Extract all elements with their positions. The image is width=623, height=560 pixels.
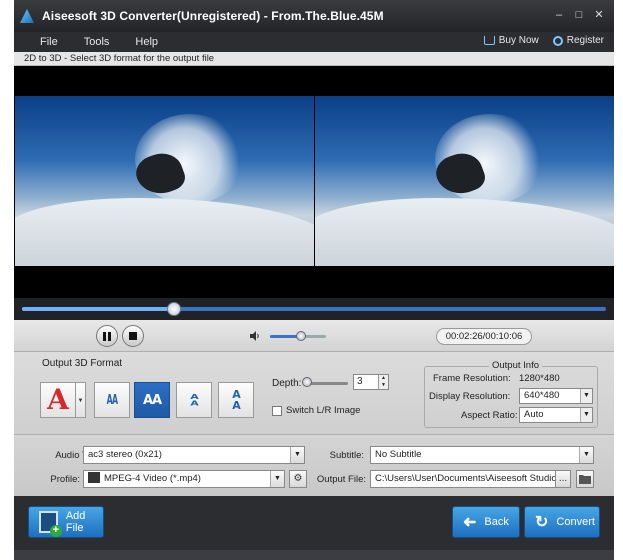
title-bar: Aiseesoft 3D Converter(Unregistered) - F… [14, 0, 614, 32]
back-arrow-icon: ➜ [463, 514, 477, 531]
output-path-value: C:\Users\User\Documents\Aiseesoft Studio… [375, 473, 556, 484]
volume-icon[interactable] [250, 331, 260, 341]
seek-progress [22, 307, 174, 311]
chevron-down-icon: ▼ [580, 408, 592, 422]
cart-icon [483, 36, 495, 45]
back-button[interactable]: ➜ Back [452, 506, 520, 538]
profile-value: MPEG-4 Video (*.mp4) [104, 473, 201, 484]
menu-tools[interactable]: Tools [84, 36, 110, 48]
time-display: 00:02:26/00:10:06 [436, 328, 532, 345]
aspect-ratio-select[interactable]: Auto ▼ [519, 407, 593, 423]
open-folder-button[interactable] [576, 470, 594, 488]
format-top-bottom-half-button[interactable]: A A [176, 382, 212, 418]
mpeg4-icon [88, 472, 100, 483]
left-eye-preview [15, 96, 314, 266]
depth-value: 3 [357, 376, 363, 387]
subtitle-select[interactable]: No Subtitle ▼ [370, 446, 594, 464]
depth-handle[interactable] [302, 377, 312, 387]
switch-lr-label: Switch L/R Image [286, 405, 361, 416]
pause-button[interactable] [96, 325, 118, 347]
chevron-down-icon: ▼ [579, 447, 593, 463]
register-link[interactable]: Register [552, 35, 604, 46]
top-bottom-half-icon: A A [190, 392, 198, 408]
subtitle-value: No Subtitle [375, 449, 422, 460]
footer-bar: Add File ➜ Back ↻ Convert [14, 496, 614, 560]
chevron-down-icon: ▼ [270, 471, 284, 487]
window-title: Aiseesoft 3D Converter(Unregistered) - F… [42, 9, 384, 23]
buy-now-label: Buy Now [498, 35, 539, 46]
key-icon [552, 35, 563, 46]
format-top-bottom-full-button[interactable]: A A [218, 382, 254, 418]
convert-button[interactable]: ↻ Convert [524, 506, 600, 538]
aspect-ratio-label: Aspect Ratio: [461, 410, 518, 421]
output-file-label: Output File: [316, 474, 366, 485]
display-resolution-value: 640*480 [524, 390, 560, 401]
format-side-by-side-half-button[interactable]: AA [94, 382, 130, 418]
format-side-by-side-full-button[interactable]: AA [134, 382, 170, 418]
depth-label: Depth: [272, 378, 302, 389]
convert-label: Convert [556, 516, 595, 528]
side-by-side-full-icon: AA [142, 392, 162, 408]
display-resolution-label: Display Resolution: [429, 391, 511, 402]
depth-spin-arrows[interactable]: ▲ ▼ [378, 375, 388, 389]
side-by-side-half-icon: AA [106, 392, 118, 408]
playback-controls: 00:02:26/00:10:06 [14, 320, 614, 352]
minimize-icon[interactable]: – [552, 8, 566, 22]
output-3d-format-label: Output 3D Format [42, 358, 123, 369]
status-strip [14, 550, 614, 560]
chevron-down-icon: ▼ [580, 389, 592, 403]
chevron-down-icon: ▼ [290, 447, 304, 463]
back-label: Back [484, 516, 509, 528]
app-window: Aiseesoft 3D Converter(Unregistered) - F… [14, 0, 614, 560]
profile-label: Profile: [50, 474, 80, 485]
format-anaglyph-button[interactable]: A [40, 382, 76, 418]
instruction-bar: 2D to 3D - Select 3D format for the outp… [14, 52, 614, 66]
frame-resolution-label: Frame Resolution: [433, 373, 511, 384]
stop-icon [129, 332, 137, 340]
restore-icon[interactable]: □ [572, 8, 586, 22]
output-path-field[interactable]: C:\Users\User\Documents\Aiseesoft Studio… [370, 470, 556, 488]
browse-button[interactable]: ... [555, 470, 571, 488]
depth-spinbox[interactable]: 3 ▲ ▼ [353, 374, 389, 390]
menu-help[interactable]: Help [135, 36, 158, 48]
menu-bar: File Tools Help Buy Now Register [14, 32, 614, 52]
add-file-label: Add File [65, 510, 86, 534]
pause-icon [103, 331, 111, 341]
settings-panel: Audio Track: ac3 stereo (0x21) ▼ Subtitl… [14, 434, 614, 496]
aspect-ratio-value: Auto [524, 409, 544, 420]
display-resolution-select[interactable]: 640*480 ▼ [519, 388, 593, 404]
video-preview [14, 66, 614, 298]
profile-settings-button[interactable]: ⚙ [289, 470, 307, 488]
buy-now-link[interactable]: Buy Now [483, 35, 539, 46]
profile-select[interactable]: MPEG-4 Video (*.mp4) ▼ [83, 470, 285, 488]
subtitle-label: Subtitle: [329, 450, 364, 461]
add-file-button[interactable]: Add File [28, 506, 104, 538]
convert-icon: ↻ [535, 514, 549, 531]
seek-bar[interactable] [22, 307, 606, 311]
format-panel: Output 3D Format A ▼ AA AA A A A A Depth… [14, 352, 614, 434]
output-info-group: Output Info Frame Resolution: 1280*480 D… [424, 360, 598, 428]
close-icon[interactable]: ✕ [592, 8, 606, 22]
register-label: Register [566, 35, 604, 46]
switch-lr-option[interactable]: Switch L/R Image [272, 405, 360, 416]
top-bottom-full-icon: A A [232, 388, 240, 412]
volume-handle[interactable] [295, 331, 306, 341]
seek-bar-area [14, 298, 614, 320]
switch-lr-checkbox[interactable] [272, 405, 282, 416]
frame-resolution-value: 1280*480 [519, 373, 560, 384]
output-info-title: Output Info [489, 360, 543, 371]
audio-track-select[interactable]: ac3 stereo (0x21) ▼ [83, 446, 305, 464]
anaglyph-icon: A [47, 383, 69, 416]
add-video-icon [39, 511, 62, 537]
folder-icon [579, 475, 591, 484]
audio-track-value: ac3 stereo (0x21) [88, 449, 162, 460]
menu-file[interactable]: File [40, 36, 58, 48]
app-logo-icon [20, 9, 34, 23]
stop-button[interactable] [122, 325, 144, 347]
anaglyph-dropdown-arrow[interactable]: ▼ [76, 382, 86, 418]
seek-handle[interactable] [166, 302, 181, 316]
right-eye-preview [315, 96, 614, 266]
